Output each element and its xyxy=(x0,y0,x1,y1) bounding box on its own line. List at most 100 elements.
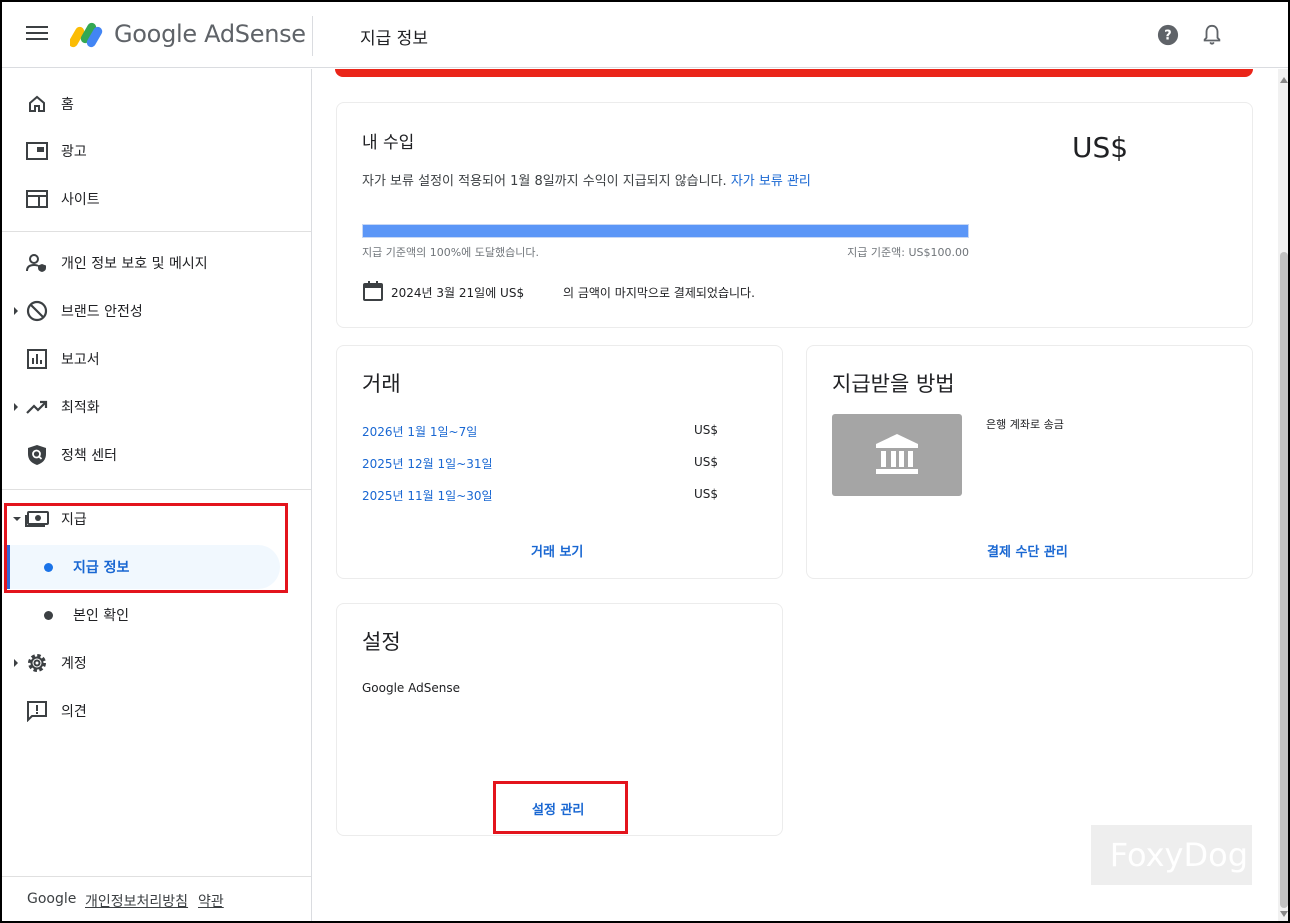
sidebar-item-ads[interactable]: 광고 xyxy=(2,129,311,173)
sidebar-subitem-payment-info[interactable]: 지급 정보 xyxy=(2,545,280,589)
sidebar-item-feedback[interactable]: 의견 xyxy=(2,689,311,733)
bullet-dot-icon xyxy=(44,562,53,572)
payment-method-name: 은행 계좌로 송금 xyxy=(986,418,1064,431)
earnings-card: 내 수입 US$ 자가 보류 설정이 적용되어 1월 8일까지 수익이 지급되지… xyxy=(336,102,1253,328)
sidebar-item-sites[interactable]: 사이트 xyxy=(2,177,311,221)
manage-payment-methods-button[interactable]: 결제 수단 관리 xyxy=(987,541,1068,560)
sidebar-item-label: 홈 xyxy=(61,97,74,113)
vertical-scrollbar[interactable] xyxy=(1278,69,1288,921)
sidebar-subitem-label: 지급 정보 xyxy=(73,560,130,576)
transaction-period-link[interactable]: 2025년 11월 1일~30일 xyxy=(362,487,493,504)
sidebar-item-label: 사이트 xyxy=(61,192,100,208)
notifications-bell-icon[interactable] xyxy=(1201,23,1223,47)
block-icon xyxy=(25,299,49,323)
sidebar-item-home[interactable]: 홈 xyxy=(2,82,311,126)
sidebar-item-optimization[interactable]: 최적화 xyxy=(2,385,311,429)
sidebar-item-label: 정책 센터 xyxy=(61,448,117,464)
manage-hold-link[interactable]: 자가 보류 관리 xyxy=(731,174,811,189)
home-icon xyxy=(25,92,49,116)
watermark: FoxyDog xyxy=(1091,825,1252,885)
ads-icon xyxy=(25,139,49,163)
sites-icon xyxy=(25,187,49,211)
help-icon[interactable]: ? xyxy=(1157,24,1179,46)
sidebar-item-label: 의견 xyxy=(61,704,87,720)
payments-money-icon xyxy=(25,507,49,531)
sidebar-item-reports[interactable]: 보고서 xyxy=(2,337,311,381)
privacy-user-icon xyxy=(25,251,49,275)
sidebar-divider xyxy=(2,489,311,490)
payment-threshold-progress xyxy=(362,224,969,238)
last-payment-suffix: 의 금액이 마지막으로 결제되었습니다. xyxy=(563,286,755,300)
last-payment-prefix: 2024년 3월 21일에 US$ xyxy=(391,286,525,300)
settings-card: 설정 Google AdSense 설정 관리 xyxy=(336,603,783,836)
manage-settings-button[interactable]: 설정 관리 xyxy=(532,799,584,818)
terms-link[interactable]: 약관 xyxy=(198,891,224,911)
menu-icon[interactable] xyxy=(26,26,48,44)
sidebar-item-label: 지급 xyxy=(61,512,87,528)
app-window: Google AdSense 지급 정보 ? 홈 광고 사이트 개인 정보 보호… xyxy=(0,0,1290,923)
expand-caret-icon xyxy=(14,659,18,667)
sidebar-footer: Google 개인정보처리방침 약관 xyxy=(2,876,311,921)
progress-caption-right: 지급 기준액: US$100.00 xyxy=(847,246,969,259)
transaction-amount: US$ xyxy=(694,487,719,501)
page-title: 지급 정보 xyxy=(360,29,428,49)
transaction-amount: US$ xyxy=(694,423,719,437)
main-content: 내 수입 US$ 자가 보류 설정이 적용되어 1월 8일까지 수익이 지급되지… xyxy=(313,69,1278,921)
sidebar-item-label: 광고 xyxy=(61,144,87,160)
calendar-icon xyxy=(363,281,383,301)
transactions-card: 거래 2026년 1월 1일~7일 US$ 2025년 12월 1일~31일 U… xyxy=(336,345,783,579)
sidebar-item-label: 개인 정보 보호 및 메시지 xyxy=(61,256,208,272)
sidebar-item-label: 최적화 xyxy=(61,400,100,416)
sidebar-item-label: 브랜드 안전성 xyxy=(61,304,143,320)
view-transactions-button[interactable]: 거래 보기 xyxy=(531,541,583,560)
brand-name: Google AdSense xyxy=(114,20,306,48)
trending-up-icon xyxy=(25,395,49,419)
sidebar-divider xyxy=(2,231,311,232)
settings-title: 설정 xyxy=(362,630,401,654)
sidebar-subitem-verification[interactable]: 본인 확인 xyxy=(2,593,311,637)
sidebar-nav: 홈 광고 사이트 개인 정보 보호 및 메시지 브랜드 안전성 보고서 최적화 … xyxy=(2,69,312,921)
expand-caret-icon xyxy=(14,307,18,315)
sidebar-item-account[interactable]: 계정 xyxy=(2,641,311,685)
sidebar-subitem-label: 본인 확인 xyxy=(73,608,129,624)
earnings-amount: US$ xyxy=(1072,131,1129,164)
sidebar-item-payments[interactable]: 지급 xyxy=(2,497,311,541)
sidebar-item-label: 보고서 xyxy=(61,352,100,368)
scroll-up-arrow-icon[interactable] xyxy=(1280,77,1288,83)
progress-fill xyxy=(363,225,968,237)
svg-text:?: ? xyxy=(1164,29,1171,44)
transaction-period-link[interactable]: 2025년 12월 1일~31일 xyxy=(362,455,493,472)
earnings-title: 내 수입 xyxy=(362,133,415,153)
privacy-policy-link[interactable]: 개인정보처리방침 xyxy=(85,891,188,911)
hold-notice-text: 자가 보류 설정이 적용되어 1월 8일까지 수익이 지급되지 않습니다. xyxy=(362,174,727,189)
payment-method-card: 지급받을 방법 은행 계좌로 송금 결제 수단 관리 xyxy=(806,345,1253,579)
hold-notice-row: 자가 보류 설정이 적용되어 1월 8일까지 수익이 지급되지 않습니다. 자가… xyxy=(362,170,811,189)
adsense-logo-icon xyxy=(70,22,103,48)
active-indicator xyxy=(6,545,10,589)
alert-banner xyxy=(335,69,1253,77)
header-divider xyxy=(312,16,313,56)
bullet-dot-icon xyxy=(44,610,53,620)
reports-chart-icon xyxy=(25,347,49,371)
scroll-down-arrow-icon[interactable] xyxy=(1280,911,1288,917)
gear-icon xyxy=(25,651,49,675)
footer-google-label: Google xyxy=(27,891,77,907)
settings-account-name: Google AdSense xyxy=(362,681,460,695)
transaction-amount: US$ xyxy=(694,455,719,469)
payment-method-title: 지급받을 방법 xyxy=(832,372,955,396)
sidebar-item-privacy-messaging[interactable]: 개인 정보 보호 및 메시지 xyxy=(2,241,311,285)
scrollbar-thumb[interactable] xyxy=(1280,252,1288,908)
collapse-caret-icon xyxy=(13,517,21,521)
bank-image xyxy=(832,414,962,496)
top-app-bar: Google AdSense 지급 정보 ? xyxy=(2,2,1288,68)
policy-shield-icon xyxy=(25,443,49,467)
bank-icon xyxy=(876,434,918,474)
feedback-icon xyxy=(25,699,49,723)
progress-caption-left: 지급 기준액의 100%에 도달했습니다. xyxy=(362,246,539,259)
sidebar-item-policy-center[interactable]: 정책 센터 xyxy=(2,433,311,477)
sidebar-item-label: 계정 xyxy=(61,656,87,672)
expand-caret-icon xyxy=(14,403,18,411)
transactions-title: 거래 xyxy=(362,372,401,396)
transaction-period-link[interactable]: 2026년 1월 1일~7일 xyxy=(362,423,477,440)
sidebar-item-brand-safety[interactable]: 브랜드 안전성 xyxy=(2,289,311,333)
